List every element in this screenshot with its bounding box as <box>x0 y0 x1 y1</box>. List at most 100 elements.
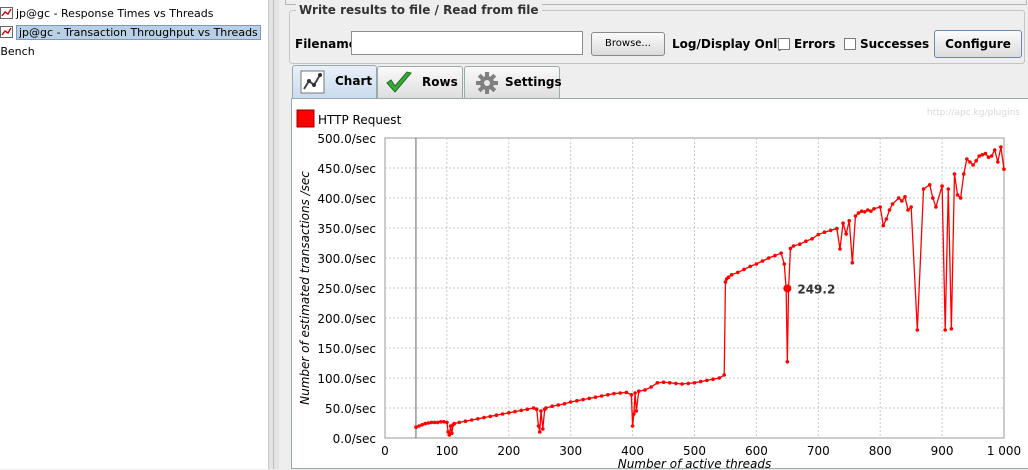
data-point <box>445 420 449 425</box>
data-point <box>847 219 852 223</box>
data-point <box>940 184 944 188</box>
tree-item-workbench[interactable]: kBench <box>0 43 35 60</box>
y-tick-label: 200.0/sec <box>317 312 376 326</box>
data-point <box>952 172 957 176</box>
data-point <box>785 360 790 364</box>
data-point <box>872 207 876 211</box>
data-point <box>949 327 954 331</box>
successes-checkbox[interactable] <box>844 38 856 50</box>
x-tick-label: 700 <box>807 444 830 458</box>
data-point <box>562 402 567 406</box>
data-point <box>946 187 951 191</box>
data-point <box>726 275 731 279</box>
y-tick-label: 300.0/sec <box>317 252 376 266</box>
data-point <box>593 395 598 400</box>
data-point <box>568 400 573 404</box>
data-point <box>965 157 969 161</box>
tab-settings[interactable]: Settings <box>464 66 562 98</box>
data-point <box>1002 167 1006 171</box>
data-point <box>844 232 848 236</box>
gear-icon <box>475 71 499 98</box>
tree-item-throughput-vs-threads[interactable]: jp@gc - Transaction Throughput vs Thread… <box>0 24 261 41</box>
data-point <box>667 381 672 385</box>
data-point <box>717 376 722 380</box>
data-point <box>992 148 997 152</box>
data-point <box>544 406 548 410</box>
y-tick-label: 150.0/sec <box>317 342 376 356</box>
data-point <box>736 270 740 275</box>
tab-label: Settings <box>505 75 562 89</box>
x-tick-label: 1 000 <box>987 444 1021 458</box>
y-tick-label: 350.0/sec <box>317 222 376 236</box>
data-point <box>435 420 440 425</box>
data-point <box>469 418 474 422</box>
data-point <box>828 228 833 233</box>
filename-label: Filename <box>295 37 357 51</box>
data-point <box>853 214 858 218</box>
data-point <box>705 378 709 383</box>
data-point <box>971 163 975 167</box>
data-point <box>450 431 454 436</box>
data-point <box>841 221 845 225</box>
divider-grip <box>273 0 274 469</box>
tab-rows[interactable]: Rows <box>377 66 463 98</box>
data-point <box>537 430 542 434</box>
data-point <box>599 394 604 398</box>
successes-label: Successes <box>860 37 930 51</box>
data-point <box>612 391 616 396</box>
y-tick-label: 0.0/sec <box>333 432 376 446</box>
errors-checkbox[interactable] <box>778 38 790 50</box>
data-point <box>983 151 988 156</box>
checkmark-icon <box>385 70 413 99</box>
data-point <box>587 396 592 401</box>
chart-watermark: http://apc.kg/plugins <box>927 108 1020 118</box>
tree-item-response-times[interactable]: jp@gc - Response Times vs Threads <box>0 5 213 22</box>
x-tick-label: 800 <box>869 444 892 458</box>
legend-label: HTTP Request <box>318 113 402 127</box>
data-point <box>943 328 947 332</box>
data-point <box>878 205 882 209</box>
data-point <box>488 414 493 419</box>
tab-chart[interactable]: Chart <box>292 65 377 99</box>
errors-label: Errors <box>794 37 836 51</box>
data-point <box>494 413 499 418</box>
data-point <box>791 244 796 248</box>
data-point <box>630 424 635 428</box>
data-point <box>541 427 545 431</box>
data-point <box>536 424 541 428</box>
data-point <box>890 202 895 206</box>
tree-item-label: kBench <box>0 45 35 58</box>
data-point <box>881 223 886 228</box>
y-tick-label: 250.0/sec <box>317 282 376 296</box>
graph-listener-icon <box>0 26 13 38</box>
filename-input[interactable] <box>351 31 583 55</box>
data-point <box>958 196 963 200</box>
data-point <box>606 393 610 397</box>
log-display-only-label: Log/Display Only: <box>672 37 790 51</box>
data-point <box>426 421 431 425</box>
x-tick-label: 400 <box>621 444 644 458</box>
data-point <box>550 404 554 409</box>
x-tick-label: 0 <box>381 444 389 458</box>
test-plan-tree[interactable]: jp@gc - Response Times vs Threads jp@gc … <box>0 0 268 469</box>
data-point <box>711 377 715 382</box>
data-point <box>900 199 904 203</box>
data-point <box>884 217 889 221</box>
data-point <box>835 226 839 231</box>
legend-swatch <box>296 109 315 128</box>
data-point <box>934 205 938 209</box>
data-point <box>519 408 523 413</box>
y-axis-label: Number of estimated transactions /sec <box>298 171 312 405</box>
series-line <box>415 146 1005 438</box>
data-point <box>531 406 536 410</box>
data-point <box>507 411 511 415</box>
data-point <box>986 155 991 159</box>
data-point <box>581 397 585 402</box>
data-point <box>429 420 434 425</box>
configure-button[interactable]: Configure <box>934 30 1022 58</box>
chart-icon <box>300 69 326 98</box>
data-point <box>862 210 867 214</box>
data-point <box>903 195 907 199</box>
x-tick-label: 500 <box>683 444 706 458</box>
browse-button[interactable]: Browse... <box>591 32 665 56</box>
